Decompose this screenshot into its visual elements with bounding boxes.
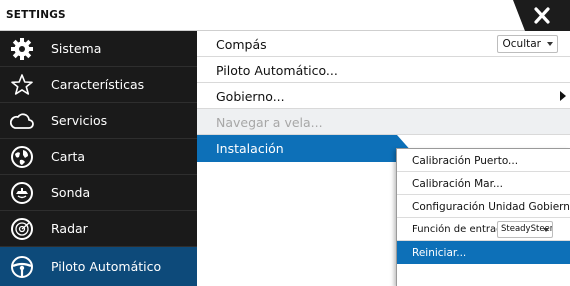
chevron-down-icon: [543, 228, 549, 232]
dropdown-value: Ocultar: [502, 38, 541, 50]
sidebar-item-label: Sistema: [51, 41, 102, 56]
submenu-item-calibracion-mar[interactable]: Calibración Mar...: [397, 172, 570, 195]
sidebar-item-label: Radar: [51, 221, 88, 236]
sidebar-item-radar[interactable]: Radar: [0, 211, 197, 247]
submenu-item-label: Configuración Unidad Gobierno...: [412, 201, 570, 213]
window-title: SETTINGS: [6, 9, 66, 21]
sidebar: Sistema Características Servicios Carta …: [0, 31, 197, 286]
row-label: Gobierno...: [216, 89, 285, 104]
sidebar-item-label: Carta: [51, 149, 86, 164]
row-compas[interactable]: Compás Ocultar: [197, 31, 570, 57]
compas-dropdown[interactable]: Ocultar: [496, 35, 558, 53]
chart-icon: [11, 146, 33, 168]
cloud-icon: [10, 113, 34, 129]
sidebar-item-label: Servicios: [51, 113, 108, 128]
submenu-item-label: Función de entrada: [412, 224, 509, 235]
sidebar-item-carta[interactable]: Carta: [0, 139, 197, 175]
row-label: Instalación: [216, 141, 284, 156]
close-icon: [513, 0, 570, 31]
row-label: Navegar a vela...: [216, 115, 323, 130]
radar-icon: [11, 218, 33, 240]
sidebar-item-label: Sonda: [51, 185, 91, 200]
star-icon: [11, 74, 33, 95]
sidebar-item-sonda[interactable]: Sonda: [0, 175, 197, 211]
sidebar-item-sistema[interactable]: Sistema: [0, 31, 197, 67]
submenu-item-reiniciar[interactable]: Reiniciar...: [397, 241, 570, 264]
row-label: Piloto Automático...: [216, 63, 338, 78]
row-label: Compás: [216, 37, 267, 52]
row-piloto-automatico[interactable]: Piloto Automático...: [197, 57, 570, 83]
sonar-icon: [11, 182, 33, 204]
submenu-item-label: Reiniciar...: [412, 247, 467, 259]
title-bar: SETTINGS: [0, 0, 570, 31]
submenu-item-configuracion-unidad-gobierno[interactable]: Configuración Unidad Gobierno...: [397, 195, 570, 218]
submenu-item-label: Calibración Puerto...: [412, 155, 519, 167]
installation-submenu: Calibración Puerto... Calibración Mar...…: [396, 148, 570, 286]
funcion-de-entrada-dropdown[interactable]: SteadySteer: [497, 221, 553, 238]
steering-wheel-icon: [11, 256, 33, 278]
sidebar-item-caracteristicas[interactable]: Características: [0, 67, 197, 103]
row-instalacion[interactable]: Instalación: [197, 135, 397, 162]
sidebar-item-label: Características: [51, 77, 145, 92]
submenu-item-funcion-de-entrada[interactable]: Función de entrada SteadySteer: [397, 218, 570, 241]
submenu-item-label: Calibración Mar...: [412, 178, 503, 190]
sidebar-item-label: Piloto Automático: [51, 259, 162, 274]
sidebar-item-servicios[interactable]: Servicios: [0, 103, 197, 139]
row-navegar-a-vela: Navegar a vela...: [197, 109, 570, 135]
chevron-down-icon: [547, 42, 553, 46]
row-gobierno[interactable]: Gobierno...: [197, 83, 570, 109]
gear-icon: [11, 38, 33, 60]
chevron-right-icon: [560, 91, 566, 101]
submenu-item-calibracion-puerto[interactable]: Calibración Puerto...: [397, 149, 570, 172]
sidebar-item-piloto-automatico[interactable]: Piloto Automático: [0, 247, 197, 286]
close-button[interactable]: [503, 0, 570, 31]
